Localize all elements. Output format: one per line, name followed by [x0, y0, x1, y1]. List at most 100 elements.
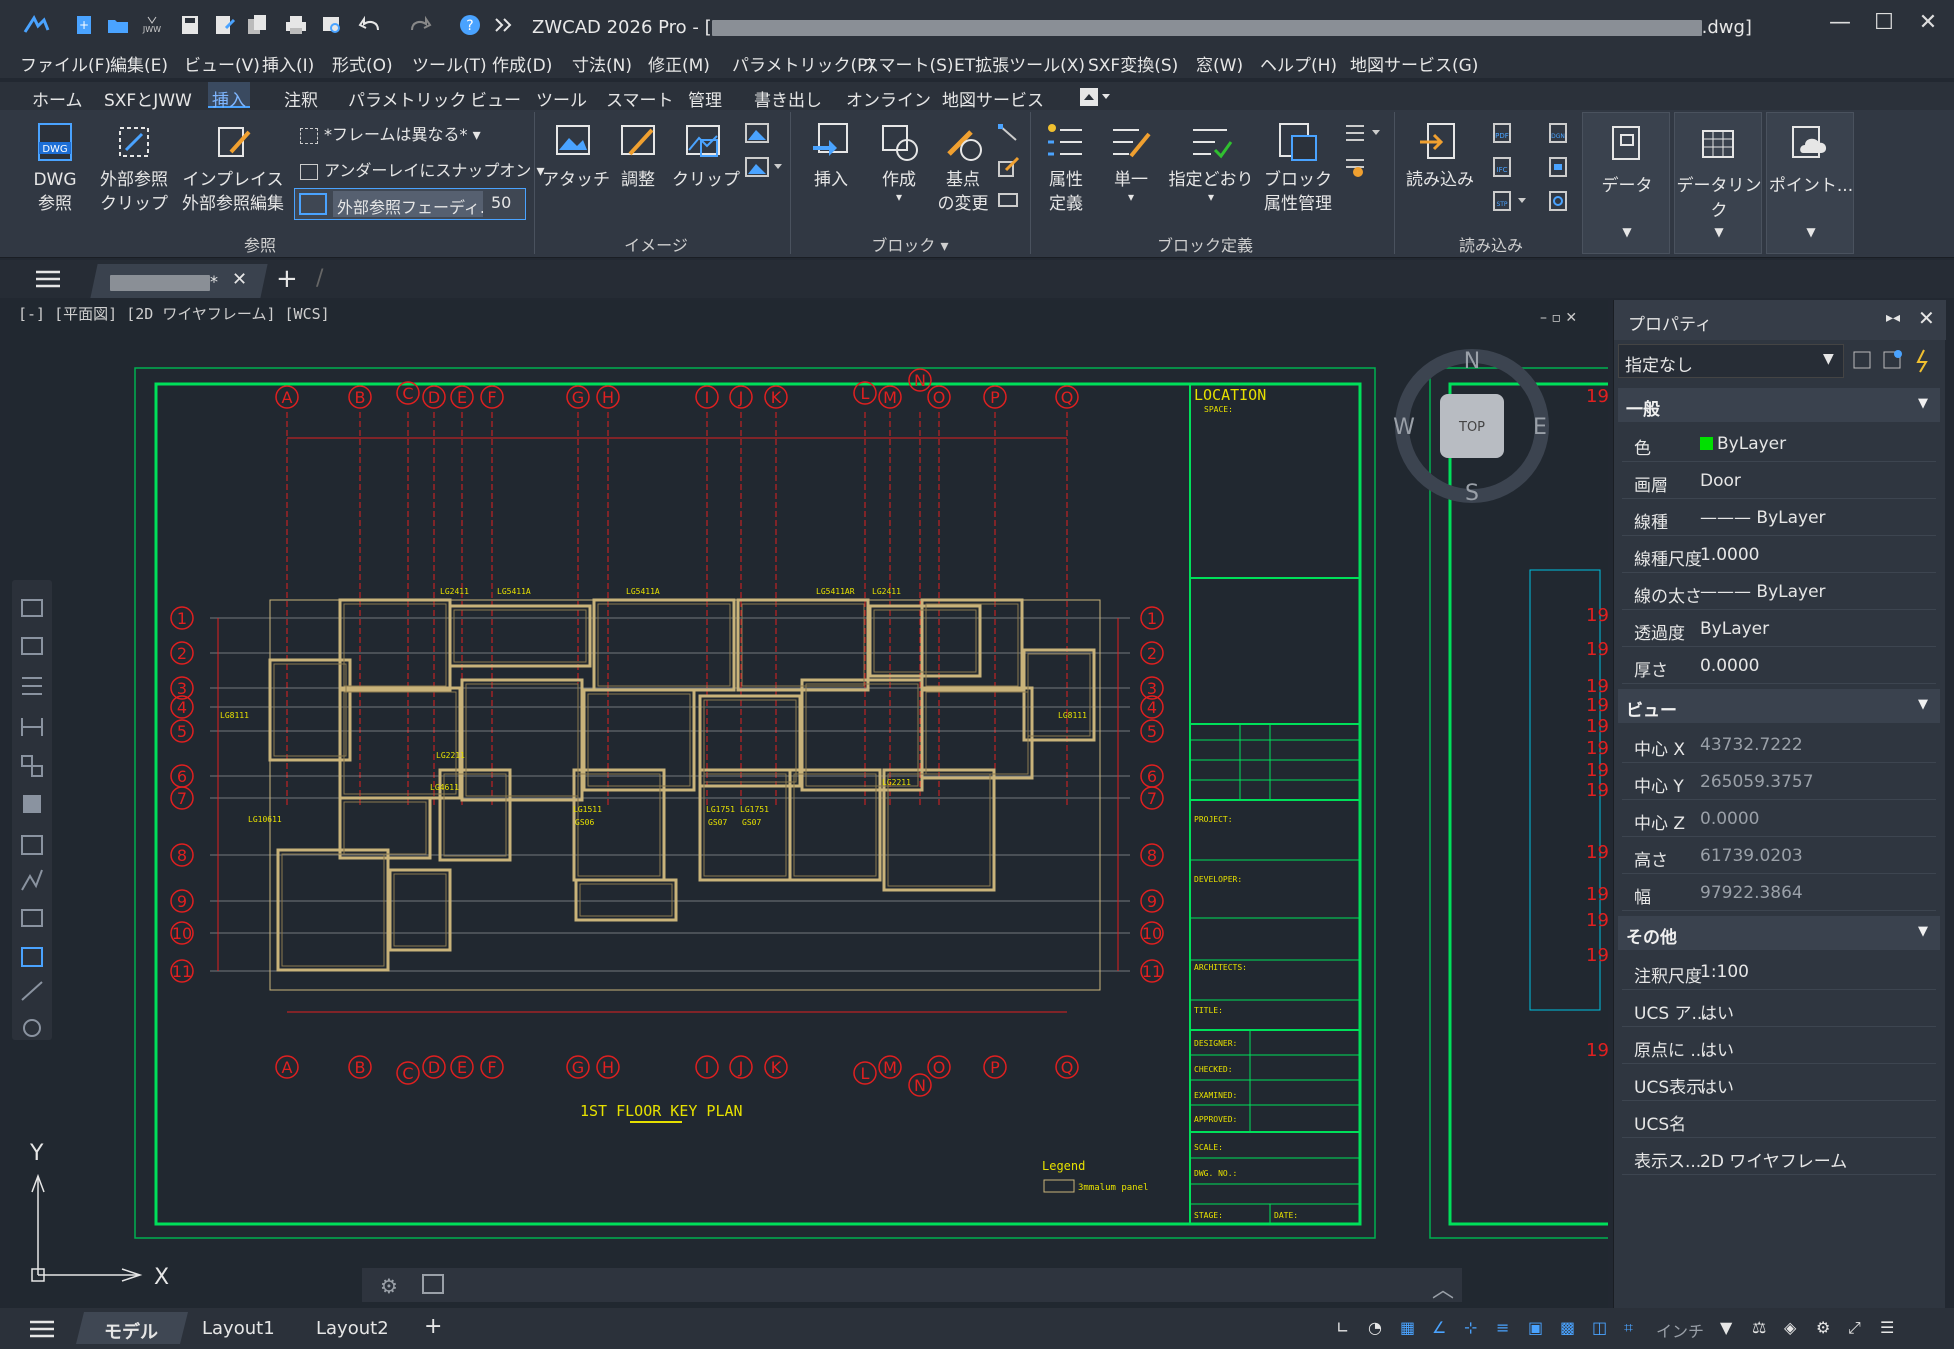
property-row[interactable]: 中心 X 43732.7222 — [1622, 727, 1936, 763]
property-row[interactable]: 中心 Z 0.0000 — [1622, 801, 1936, 837]
tab-home[interactable]: ホーム — [28, 86, 87, 111]
menu-smart[interactable]: スマート(S) — [862, 51, 954, 76]
menu-format[interactable]: 形式(O) — [332, 51, 393, 76]
single-attribute-button[interactable]: 単一 ▾ — [1100, 120, 1162, 203]
menu-view[interactable]: ビュー(V) — [184, 51, 260, 76]
close-button[interactable]: ✕ — [1908, 10, 1948, 35]
attach-button[interactable]: アタッチ — [542, 120, 610, 192]
tab-annotate[interactable]: 注釈 — [280, 86, 322, 111]
scale-icon[interactable]: ⌗ — [1624, 1318, 1633, 1338]
drawing-canvas[interactable]: LOCATION SPACE: PROJECT: DEVELOPER: ARCH… — [10, 300, 1652, 1308]
property-row[interactable]: 幅 97922.3864 — [1622, 875, 1936, 911]
menu-help[interactable]: ヘルプ(H) — [1260, 51, 1337, 76]
xref-clip-button[interactable]: 外部参照 クリップ — [96, 120, 172, 216]
model-import-icon[interactable] — [1546, 190, 1570, 212]
menu-edit[interactable]: 編集(E) — [110, 51, 168, 76]
new-file-icon[interactable]: + — [72, 14, 96, 36]
underlay-snap-dropdown[interactable]: アンダーレイにスナップオン ▾ — [300, 157, 545, 181]
cmd-console-icon[interactable] — [422, 1274, 444, 1294]
snap-grid-icon[interactable]: ▦ — [1400, 1318, 1415, 1337]
property-row[interactable]: 高さ 61739.0203 — [1622, 838, 1936, 874]
property-row[interactable]: 注釈尺度 1:100 — [1622, 954, 1936, 990]
menu-sxf[interactable]: SXF変換(S) — [1088, 51, 1178, 76]
menu-tools[interactable]: ツール(T) — [412, 51, 487, 76]
inplace-edit-button[interactable]: インプレイス 外部参照編集 — [178, 120, 288, 216]
cmd-expand-icon[interactable]: ︿ — [1432, 1272, 1454, 1304]
section-general[interactable]: 一般 ▼ — [1618, 388, 1940, 422]
tab-parametric[interactable]: パラメトリック — [344, 86, 471, 111]
hamburger-menu-icon[interactable] — [36, 270, 60, 288]
redo-icon[interactable] — [408, 14, 432, 36]
dgn-import-icon[interactable]: DGN — [1546, 122, 1570, 144]
save-icon[interactable] — [178, 14, 202, 36]
tab-layout2[interactable]: Layout2 — [316, 1318, 389, 1339]
import-button[interactable]: 読み込み — [1400, 120, 1480, 192]
polar-icon[interactable]: ◔ — [1368, 1318, 1382, 1337]
menu-draw[interactable]: 作成(D) — [492, 51, 552, 76]
new-tab-button[interactable]: + — [276, 264, 298, 294]
menu-window[interactable]: 窓(W) — [1196, 51, 1243, 76]
image-frame-icon[interactable] — [744, 122, 770, 144]
data-panel[interactable]: データ ▼ — [1582, 112, 1670, 254]
layout-menu-icon[interactable] — [30, 1320, 54, 1338]
property-row[interactable]: 厚さ 0.0000 — [1622, 648, 1936, 684]
print-preview-icon[interactable] — [320, 14, 344, 36]
pick-point-icon[interactable] — [996, 122, 1020, 144]
tab-tools[interactable]: ツール — [532, 86, 591, 111]
save-as-icon[interactable] — [212, 14, 236, 36]
tab-insert[interactable]: 挿入 — [208, 82, 250, 111]
insert-block-button[interactable]: 挿入 — [800, 120, 862, 192]
dwg-reference-button[interactable]: DWG DWG 参照 — [24, 120, 86, 216]
attribute-list-icon[interactable] — [1344, 122, 1384, 144]
property-row[interactable]: UCS ア... はい — [1622, 991, 1936, 1027]
dwf-import-icon[interactable] — [1546, 156, 1570, 178]
property-row[interactable]: UCS表示 はい — [1622, 1065, 1936, 1101]
model-space-icon[interactable]: ▩ — [1560, 1318, 1575, 1337]
menu-dimension[interactable]: 寸法(N) — [572, 51, 632, 76]
block-edit-icon[interactable] — [996, 156, 1020, 178]
property-row[interactable]: 透過度 ByLayer — [1622, 611, 1936, 647]
open-folder-icon[interactable] — [106, 14, 130, 36]
maximize-button[interactable]: ☐ — [1864, 10, 1904, 35]
tab-sxf-jww[interactable]: SXFとJWW — [100, 86, 196, 111]
jww-icon[interactable]: JWW — [140, 14, 164, 36]
workspace-gear-icon[interactable]: ⚙ — [1816, 1318, 1830, 1337]
attribute-define-button[interactable]: 属性 定義 — [1036, 120, 1096, 216]
property-row[interactable]: 色 ByLayer — [1622, 426, 1936, 462]
properties-toolbar[interactable] — [1850, 348, 1942, 374]
undo-icon[interactable] — [358, 14, 382, 36]
properties-close-icon[interactable]: ✕ — [1918, 306, 1935, 330]
dyn-input-icon[interactable]: ⊹ — [1464, 1318, 1477, 1337]
document-tab-close[interactable]: ✕ — [232, 269, 247, 290]
ortho-icon[interactable]: ∟ — [1336, 1318, 1349, 1337]
block-attribute-manager-button[interactable]: ブロック 属性管理 — [1258, 120, 1338, 216]
units-dropdown-icon[interactable]: ▼ — [1720, 1318, 1732, 1337]
tab-model[interactable]: モデル — [104, 1318, 158, 1344]
units-label[interactable]: インチ — [1656, 1318, 1704, 1342]
section-other[interactable]: その他 ▼ — [1618, 916, 1940, 950]
menu-modify[interactable]: 修正(M) — [648, 51, 710, 76]
tab-manage[interactable]: 管理 — [684, 86, 726, 111]
create-block-button[interactable]: 作成 ▾ — [868, 120, 930, 203]
annotation-icon[interactable]: ⚖ — [1752, 1318, 1766, 1337]
menu-parametric[interactable]: パラメトリック(P) — [732, 51, 874, 76]
tab-smart[interactable]: スマート — [602, 86, 678, 111]
xref-fade-control[interactable]: 外部参照フェーディ... 50 — [294, 188, 526, 220]
tab-export[interactable]: 書き出し — [750, 86, 826, 111]
property-row[interactable]: 線種 ——— ByLayer — [1622, 500, 1936, 536]
menu-file[interactable]: ファイル(F) — [20, 51, 111, 76]
tab-view[interactable]: ビュー — [466, 86, 525, 111]
transparency-icon[interactable]: ▣ — [1528, 1318, 1543, 1337]
property-row[interactable]: 線種尺度 1.0000 — [1622, 537, 1936, 573]
adjust-button[interactable]: 調整 — [612, 120, 664, 192]
base-point-button[interactable]: 基点 の変更 — [932, 120, 994, 216]
selection-dropdown[interactable]: 指定なし ▼ — [1618, 344, 1844, 378]
ribbon-minimize-icon[interactable] — [1080, 88, 1112, 106]
property-row[interactable]: UCS名 — [1622, 1102, 1936, 1138]
property-row[interactable]: 表示ス... 2D ワイヤフレーム — [1622, 1139, 1936, 1175]
xref-fade-value[interactable]: 50 — [491, 193, 511, 212]
minimize-button[interactable]: — — [1820, 10, 1860, 35]
osnap-icon[interactable]: ∠ — [1432, 1318, 1446, 1337]
property-row[interactable]: 原点に ... はい — [1622, 1028, 1936, 1064]
menu-map-service[interactable]: 地図サービス(G) — [1350, 51, 1478, 76]
